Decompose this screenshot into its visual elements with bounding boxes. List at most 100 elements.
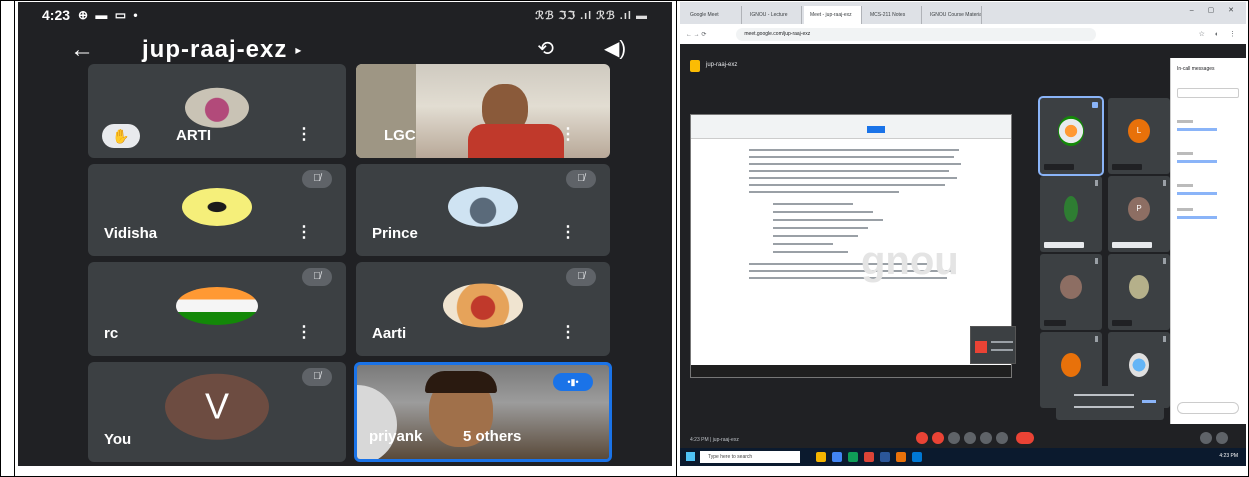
window-controls[interactable]: – ▢ ✕ bbox=[1190, 6, 1240, 14]
participant-name: You bbox=[104, 431, 132, 448]
participant-name: Prince bbox=[372, 225, 418, 242]
camera-off-icon[interactable] bbox=[932, 432, 944, 444]
windows-start-icon[interactable] bbox=[686, 452, 695, 461]
browser-tab-active[interactable]: Meet - jup-raaj-exz bbox=[804, 6, 862, 24]
raise-hand-icon[interactable] bbox=[964, 432, 976, 444]
desktop-meet-screenshot: Google Meet IGNOU - Lecture Meet - jup-r… bbox=[680, 2, 1246, 466]
grid-tile[interactable] bbox=[1038, 96, 1104, 176]
shared-browser-toolbar bbox=[691, 115, 1011, 139]
status-bar: 4:23 ⊕ ▬ ▭ • ℛℬ ℑℑ .ıl ℛℬ .ıl ▬ bbox=[18, 2, 672, 28]
app-icon[interactable] bbox=[864, 452, 874, 462]
file-explorer-icon[interactable] bbox=[816, 452, 826, 462]
share-notification bbox=[970, 326, 1016, 364]
muted-mic-icon: 🎙̸ bbox=[302, 368, 332, 386]
mic-off-icon[interactable] bbox=[916, 432, 928, 444]
initial-avatar: V bbox=[165, 373, 269, 440]
grid-tile[interactable] bbox=[1040, 176, 1102, 252]
meet-header: jup-raaj-exz bbox=[680, 44, 1170, 90]
app-icon[interactable] bbox=[848, 452, 858, 462]
chat-message-link[interactable] bbox=[1177, 128, 1217, 131]
more-options-icon[interactable] bbox=[996, 432, 1008, 444]
phone-meet-screenshot: 4:23 ⊕ ▬ ▭ • ℛℬ ℑℑ .ıl ℛℬ .ıl ▬ ← jup-ra… bbox=[18, 2, 672, 466]
meeting-code[interactable]: jup-raaj-exz bbox=[142, 36, 287, 64]
grid-tile[interactable] bbox=[1108, 254, 1170, 330]
chrome-icon[interactable] bbox=[832, 452, 842, 462]
participant-name: LGC bbox=[384, 127, 416, 144]
people-icon[interactable] bbox=[1200, 432, 1212, 444]
participant-name: priyank bbox=[369, 428, 423, 445]
powerpoint-icon[interactable] bbox=[896, 452, 906, 462]
participant-tile[interactable]: 🎙̸ Vidisha ⋮ bbox=[88, 164, 346, 256]
participant-name: ARTI bbox=[176, 127, 211, 144]
browser-tab[interactable]: MCS-211 Notes bbox=[864, 6, 922, 24]
participant-tile[interactable]: ✋ ARTI ⋮ bbox=[88, 64, 346, 158]
participant-tile-active[interactable]: •▮• priyank 5 others bbox=[354, 362, 612, 462]
more-options-icon[interactable]: ⋮ bbox=[560, 124, 576, 144]
chat-icon[interactable] bbox=[1216, 432, 1228, 444]
shared-screen: gnou bbox=[690, 114, 1012, 378]
chat-panel: In-call messages bbox=[1170, 58, 1246, 424]
participant-tile[interactable]: 🎙̸ rc ⋮ bbox=[88, 262, 346, 356]
muted-mic-icon bbox=[1163, 258, 1166, 264]
participant-tile[interactable]: LGC ⋮ bbox=[356, 64, 610, 158]
extension-icons[interactable]: ☆ ◐ ⋮ bbox=[1199, 30, 1240, 38]
grid-tile[interactable] bbox=[1040, 254, 1102, 330]
leave-call-icon[interactable] bbox=[1016, 432, 1034, 444]
more-options-icon[interactable]: ⋮ bbox=[296, 222, 312, 242]
back-arrow-icon[interactable]: ← bbox=[70, 36, 94, 64]
meet-title: jup-raaj-exz bbox=[706, 62, 738, 68]
browser-tab-strip: Google Meet IGNOU - Lecture Meet - jup-r… bbox=[680, 2, 1246, 24]
avatar bbox=[448, 186, 518, 227]
speaker-icon[interactable]: ◀) bbox=[604, 36, 626, 61]
more-options-icon[interactable]: ⋮ bbox=[560, 322, 576, 342]
avatar bbox=[176, 286, 258, 325]
browser-tab[interactable]: Google Meet bbox=[684, 6, 742, 24]
participant-tile[interactable]: 🎙̸ Prince ⋮ bbox=[356, 164, 610, 256]
chat-setting-toggle[interactable] bbox=[1177, 88, 1239, 98]
overflow-participants[interactable]: 5 others bbox=[463, 428, 521, 445]
muted-mic-icon bbox=[1163, 336, 1166, 342]
call-header: ← jup-raaj-exz ▸ ⟲ ◀) bbox=[18, 32, 672, 68]
chat-input[interactable] bbox=[1177, 402, 1239, 414]
muted-mic-icon bbox=[1163, 180, 1166, 186]
watermark-logo: gnou bbox=[861, 239, 959, 283]
avatar bbox=[443, 283, 523, 328]
avatar bbox=[185, 87, 249, 128]
address-bar[interactable]: meet.google.com/jup-raaj-exz bbox=[736, 27, 1097, 41]
browser-toolbar: ← → ⟳ meet.google.com/jup-raaj-exz ☆ ◐ ⋮ bbox=[680, 24, 1246, 44]
pin-icon bbox=[1092, 102, 1098, 108]
taskbar-search[interactable]: Type here to search bbox=[700, 451, 800, 463]
participant-tile[interactable]: 🎙̸ Aarti ⋮ bbox=[356, 262, 610, 356]
more-options-icon[interactable]: ⋮ bbox=[560, 222, 576, 242]
participant-tile-self[interactable]: 🎙̸ V You bbox=[88, 362, 346, 462]
grid-tile[interactable]: L bbox=[1108, 98, 1170, 174]
avatar bbox=[182, 187, 252, 226]
chat-panel-title: In-call messages bbox=[1177, 66, 1215, 72]
status-time: 4:23 bbox=[42, 7, 71, 23]
camera-flip-icon[interactable]: ⟲ bbox=[537, 36, 554, 61]
edge-icon[interactable] bbox=[912, 452, 922, 462]
windows-taskbar: Type here to search 4:23 PM bbox=[680, 448, 1246, 466]
signal-battery-icons: ℛℬ ℑℑ .ıl ℛℬ .ıl ▬ bbox=[535, 9, 648, 22]
speaking-indicator-icon: •▮• bbox=[553, 373, 593, 391]
more-options-icon[interactable]: ⋮ bbox=[296, 124, 312, 144]
present-icon[interactable] bbox=[980, 432, 992, 444]
captions-icon[interactable] bbox=[948, 432, 960, 444]
chat-message-link[interactable] bbox=[1177, 160, 1217, 163]
muted-mic-icon bbox=[1095, 336, 1098, 342]
shared-taskbar bbox=[691, 365, 1011, 377]
nav-buttons-icon[interactable]: ← → ⟳ bbox=[686, 31, 706, 38]
chat-message-link[interactable] bbox=[1177, 216, 1217, 219]
browser-tab[interactable]: IGNOU - Lecture bbox=[744, 6, 802, 24]
chat-message-link[interactable] bbox=[1177, 192, 1217, 195]
notification-action[interactable] bbox=[1142, 400, 1156, 403]
muted-mic-icon bbox=[1095, 180, 1098, 186]
taskbar-clock[interactable]: 4:23 PM bbox=[1219, 453, 1238, 459]
participant-name: rc bbox=[104, 325, 119, 342]
word-icon[interactable] bbox=[880, 452, 890, 462]
more-options-icon[interactable]: ⋮ bbox=[296, 322, 312, 342]
chevron-right-icon[interactable]: ▸ bbox=[295, 43, 301, 57]
grid-tile[interactable]: P bbox=[1108, 176, 1170, 252]
frame-divider-left bbox=[14, 0, 15, 477]
browser-tab[interactable]: IGNOU Course Material bbox=[924, 6, 982, 24]
